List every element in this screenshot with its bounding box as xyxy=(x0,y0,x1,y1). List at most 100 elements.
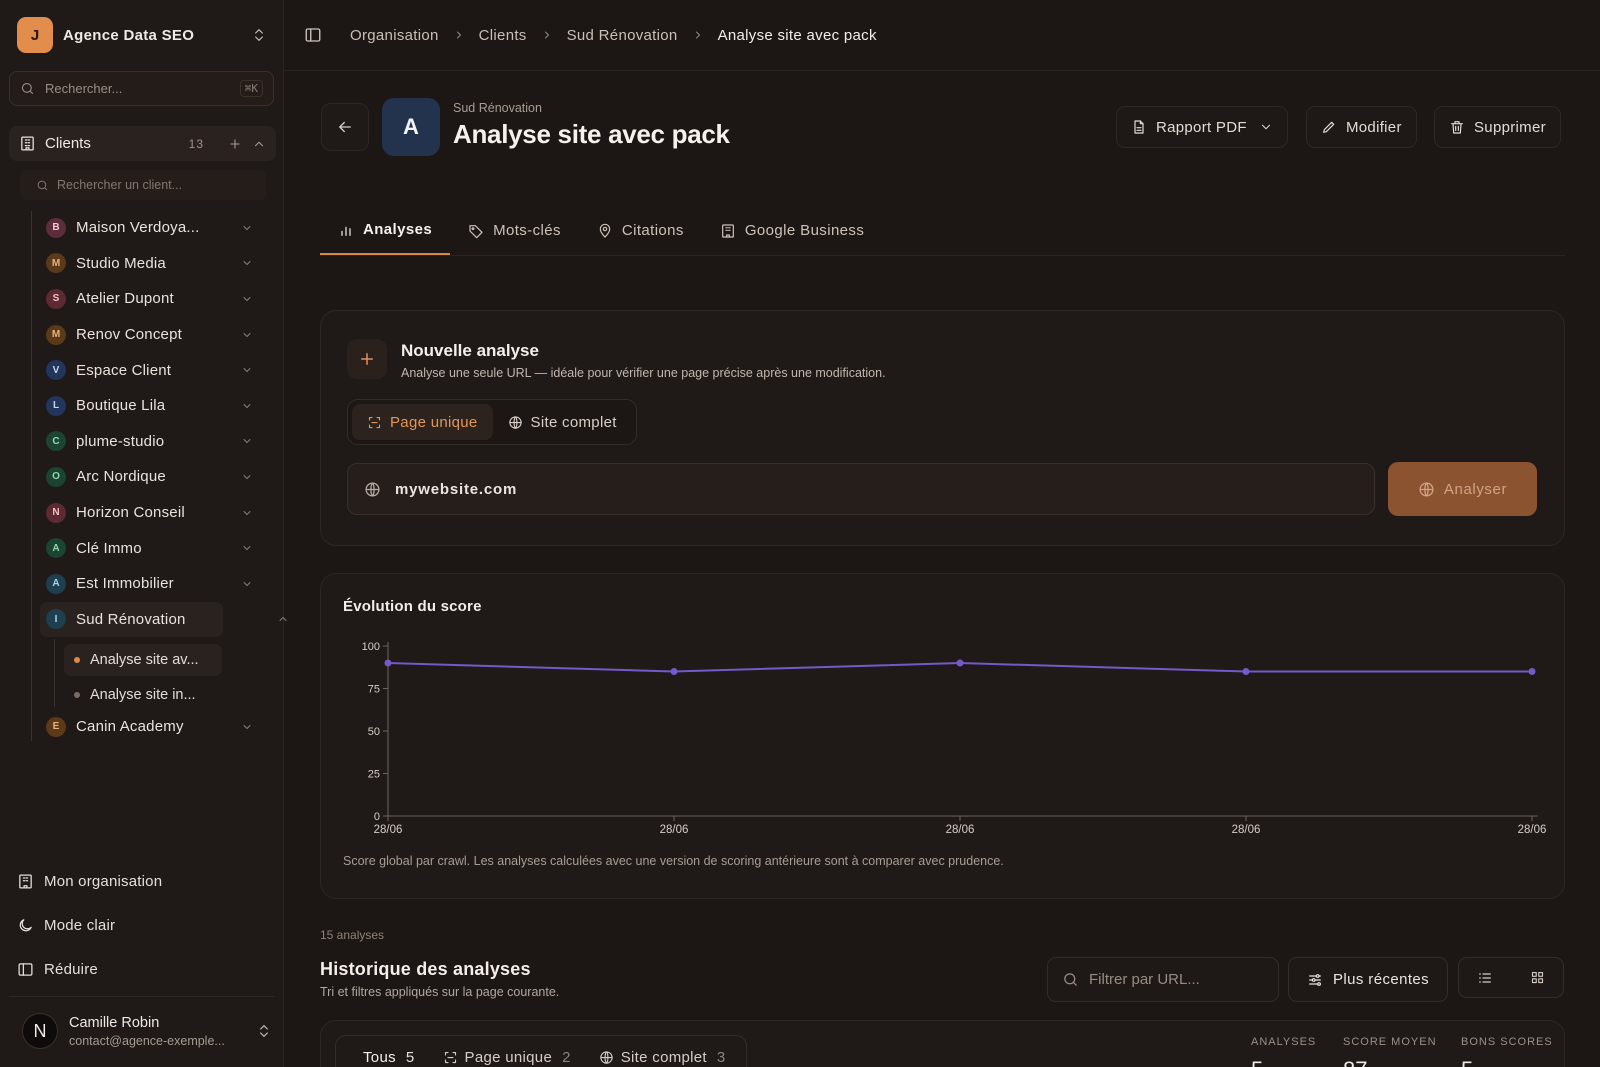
sidebar-client[interactable]: L Boutique Lila xyxy=(40,388,260,424)
data-point xyxy=(1528,668,1536,675)
client-name: Espace Client xyxy=(76,361,172,379)
sidebar-client[interactable]: V Espace Client xyxy=(40,352,260,388)
url-filter-input[interactable]: Filtrer par URL... xyxy=(1047,957,1279,1002)
workspace-switcher[interactable]: J Agence Data SEO xyxy=(17,17,267,53)
edit-label: Modifier xyxy=(1346,118,1402,136)
sidebar-subitem[interactable]: Analyse site in... xyxy=(64,679,206,711)
filter-full-site[interactable]: Site complet 3 xyxy=(585,1049,740,1066)
delete-button[interactable]: Supprimer xyxy=(1434,106,1561,148)
url-input[interactable]: mywebsite.com xyxy=(347,463,1375,515)
user-name: Camille Robin xyxy=(69,1014,160,1031)
filter-all[interactable]: Tous 5 xyxy=(342,1049,429,1066)
chevron-up-icon[interactable] xyxy=(276,613,290,625)
tab-google-business[interactable]: Google Business xyxy=(702,206,882,255)
list-view-button[interactable] xyxy=(1459,958,1511,997)
tab-label: Analyses xyxy=(363,221,433,238)
sidebar-client[interactable]: A Clé Immo xyxy=(40,530,260,566)
pencil-icon xyxy=(1321,119,1337,135)
client-search-input[interactable]: Rechercher un client... xyxy=(20,170,266,200)
sidebar-client[interactable]: Cplume-studio xyxy=(40,424,260,460)
chevron-down-icon[interactable] xyxy=(240,542,254,554)
tree-guide xyxy=(31,211,32,741)
subitem-label: Analyse site in... xyxy=(90,687,196,703)
tab-citations[interactable]: Citations xyxy=(579,206,702,255)
tab-label: Google Business xyxy=(744,222,865,239)
data-point xyxy=(384,659,392,667)
sidebar-light-mode[interactable]: Mode clair xyxy=(17,913,115,937)
chevron-down-icon[interactable] xyxy=(240,222,254,234)
pdf-report-button[interactable]: Rapport PDF xyxy=(1116,106,1288,148)
filter-single-page[interactable]: Page unique 2 xyxy=(429,1049,585,1066)
sidebar-client[interactable]: M Renov Concept xyxy=(40,317,260,353)
arrow-left-icon xyxy=(336,118,354,136)
filter-count: 5 xyxy=(405,1048,415,1066)
scan-icon xyxy=(443,1050,458,1065)
breadcrumb: Organisation Clients Sud Rénovation Anal… xyxy=(350,27,877,44)
chevron-down-icon[interactable] xyxy=(240,721,254,733)
sidebar-toggle-icon[interactable] xyxy=(304,26,322,44)
sort-button[interactable]: Plus récentes xyxy=(1288,957,1448,1002)
tab-keywords[interactable]: Mots-clés xyxy=(450,206,579,255)
new-analysis-title: Nouvelle analyse xyxy=(401,341,539,360)
client-avatar: C xyxy=(46,431,66,452)
chevron-up-icon[interactable] xyxy=(252,137,266,151)
client-avatar: V xyxy=(46,360,66,381)
breadcrumb-organisation[interactable]: Organisation xyxy=(350,27,439,44)
add-client-icon[interactable] xyxy=(228,137,242,151)
sidebar-client[interactable]: I Sud Rénovation xyxy=(40,601,287,638)
sidebar-client[interactable]: A Est Immobilier xyxy=(40,566,260,602)
mode-full-site[interactable]: Site complet xyxy=(493,404,632,440)
breadcrumb-clients[interactable]: Clients xyxy=(479,27,527,44)
chevron-down-icon[interactable] xyxy=(240,578,254,590)
sidebar-client[interactable]: S Atelier Dupont xyxy=(40,281,260,317)
stat-value: 5 xyxy=(1251,1057,1316,1067)
mode-single-page[interactable]: Page unique xyxy=(352,404,493,440)
chevron-down-icon[interactable] xyxy=(240,400,254,412)
chevron-right-icon xyxy=(692,29,704,41)
client-name: Renov Concept xyxy=(76,326,182,344)
chevrons-up-down-icon xyxy=(256,1023,272,1039)
chevron-down-icon[interactable] xyxy=(240,257,254,269)
analyse-button[interactable]: Analyser xyxy=(1388,462,1537,516)
client-avatar: L xyxy=(46,395,66,416)
sidebar-subitem-active[interactable]: Analyse site av... xyxy=(64,644,222,676)
client-name: Clé Immo xyxy=(76,539,142,557)
tree-guide-sub xyxy=(54,639,55,707)
project-avatar: A xyxy=(382,98,440,156)
search-icon xyxy=(20,81,35,96)
breadcrumb-client[interactable]: Sud Rénovation xyxy=(567,27,678,44)
grid-view-button[interactable] xyxy=(1511,958,1563,997)
chart-note: Score global par crawl. Les analyses cal… xyxy=(343,854,1004,868)
y-tick-label: 25 xyxy=(368,769,380,781)
chevron-down-icon[interactable] xyxy=(240,435,254,447)
sidebar-client[interactable]: B Maison Verdoya... xyxy=(40,210,260,246)
avatar: N xyxy=(22,1013,58,1049)
new-analysis-card: Nouvelle analyse Analyse une seule URL —… xyxy=(320,310,1565,546)
chevron-down-icon[interactable] xyxy=(240,329,254,341)
sidebar-search[interactable]: Rechercher... ⌘K xyxy=(9,71,274,106)
x-tick-label: 28/06 xyxy=(374,824,403,836)
sidebar-client[interactable]: M Studio Media xyxy=(40,246,260,282)
chevron-down-icon[interactable] xyxy=(240,293,254,305)
url-filter-placeholder: Filtrer par URL... xyxy=(1089,971,1200,988)
user-menu[interactable]: N Camille Robin contact@agence-exemple..… xyxy=(22,1009,272,1053)
sidebar-client[interactable]: N Horizon Conseil xyxy=(40,495,260,531)
client-name: Studio Media xyxy=(76,254,166,272)
mode-site-label: Site complet xyxy=(530,413,617,431)
history-type-filter: Tous 5 Page unique 2 Site complet 3 xyxy=(335,1035,747,1067)
sidebar-collapse[interactable]: Réduire xyxy=(17,957,98,981)
sidebar-client[interactable]: O Arc Nordique xyxy=(40,459,260,495)
chevron-down-icon[interactable] xyxy=(240,364,254,376)
chevron-down-icon[interactable] xyxy=(240,507,254,519)
tab-analyses[interactable]: Analyses xyxy=(320,206,451,255)
clients-section-header[interactable]: Clients 13 xyxy=(9,126,276,161)
back-button[interactable] xyxy=(321,103,369,151)
sidebar-client-canin-academy[interactable]: E Canin Academy xyxy=(40,709,260,745)
chevron-down-icon[interactable] xyxy=(240,471,254,483)
chevron-down-icon xyxy=(1259,120,1273,134)
sidebar-my-organisation[interactable]: Mon organisation xyxy=(17,869,162,893)
stat-analyses: Analyses 5 xyxy=(1251,1036,1316,1067)
edit-button[interactable]: Modifier xyxy=(1306,106,1417,148)
globe-icon xyxy=(1418,481,1435,498)
chevrons-up-down-icon xyxy=(251,27,267,43)
